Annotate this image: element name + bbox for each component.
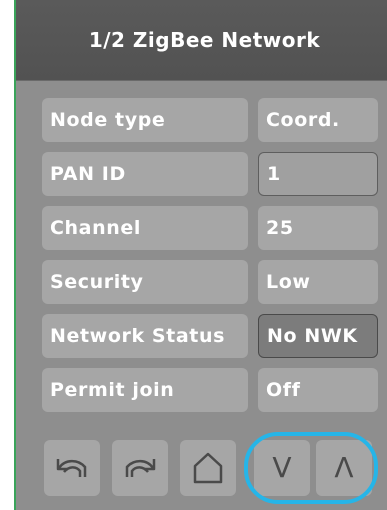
permit-join-label: Permit join xyxy=(42,368,248,412)
node-type-value[interactable]: Coord. xyxy=(258,98,378,142)
channel-value[interactable]: 25 xyxy=(258,206,378,250)
permit-join-value[interactable]: Off xyxy=(258,368,378,412)
home-icon xyxy=(190,450,226,486)
redo-icon xyxy=(122,453,158,483)
home-button[interactable] xyxy=(180,440,236,496)
node-type-label: Node type xyxy=(42,98,248,142)
pan-id-value[interactable]: 1 xyxy=(258,152,378,196)
redo-button[interactable] xyxy=(112,440,168,496)
security-label: Security xyxy=(42,260,248,304)
undo-button[interactable] xyxy=(44,440,100,496)
page-title: 1/2 ZigBee Network xyxy=(88,28,321,52)
chevron-down-icon: V xyxy=(272,451,292,484)
security-value[interactable]: Low xyxy=(258,260,378,304)
device-screen: 1/2 ZigBee Network Node type Coord. PAN … xyxy=(14,0,387,510)
network-status-label: Network Status xyxy=(42,314,248,358)
network-status-value: No NWK xyxy=(258,314,378,358)
page-up-button[interactable]: Λ xyxy=(316,440,372,496)
title-bar: 1/2 ZigBee Network xyxy=(16,0,387,81)
page-down-button[interactable]: V xyxy=(254,440,310,496)
channel-label: Channel xyxy=(42,206,248,250)
undo-icon xyxy=(54,453,90,483)
chevron-up-icon: Λ xyxy=(334,451,354,484)
pan-id-label: PAN ID xyxy=(42,152,248,196)
